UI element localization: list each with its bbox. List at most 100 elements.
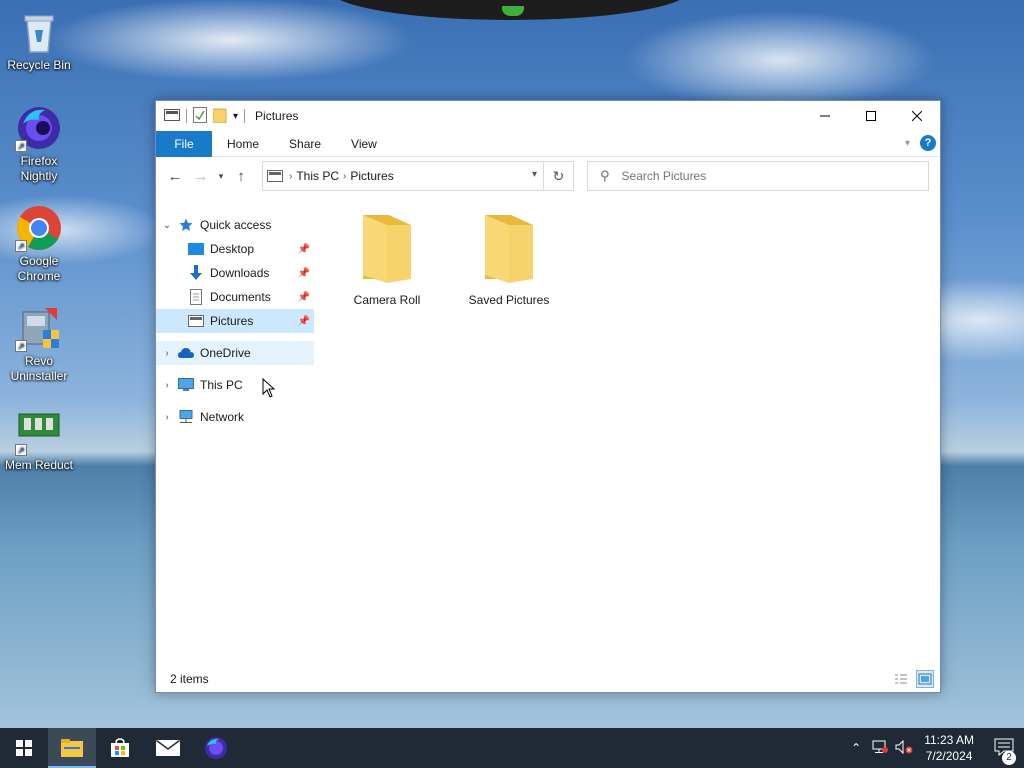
start-button[interactable] xyxy=(0,728,48,768)
navigation-bar: ← → ▾ ↑ › This PC › Pictures ▾ ↻ ⚲ xyxy=(156,157,940,195)
volume-muted-icon[interactable] xyxy=(892,739,916,757)
desktop-icon-label: Firefox Nightly xyxy=(20,154,58,183)
pictures-icon xyxy=(188,313,204,329)
windows-logo-icon xyxy=(16,740,32,756)
forward-arrow-icon[interactable]: → xyxy=(188,168,214,185)
taskbar-clock[interactable]: 11:23 AM 7/2/2024 xyxy=(924,732,974,764)
desktop-icon-revo-uninstaller[interactable]: ↗ Revo Uninstaller xyxy=(1,304,77,384)
search-icon: ⚲ xyxy=(600,168,610,183)
mem-reduct-icon: ↗ xyxy=(15,408,63,456)
tab-home[interactable]: Home xyxy=(212,131,274,157)
nav-label: Desktop xyxy=(210,242,255,256)
revo-uninstaller-icon: ↗ xyxy=(15,304,63,352)
shortcut-arrow-icon: ↗ xyxy=(15,444,27,456)
window-menu-icon[interactable] xyxy=(164,108,180,124)
firefox-nightly-icon: ↗ xyxy=(15,104,63,152)
taskbar-firefox-nightly[interactable] xyxy=(192,728,240,768)
toolbar-separator xyxy=(244,109,246,123)
nav-quick-access[interactable]: ⌄ Quick access xyxy=(156,213,314,237)
new-folder-icon[interactable] xyxy=(212,107,227,126)
item-count: 2 items xyxy=(170,672,209,686)
clock-date: 7/2/2024 xyxy=(925,749,973,763)
nav-downloads[interactable]: Downloads 📌 xyxy=(156,261,314,285)
breadcrumb-chevron-icon[interactable]: › xyxy=(289,171,292,182)
folder-icon xyxy=(359,211,415,283)
title-bar[interactable]: ▾ Pictures xyxy=(156,101,940,131)
desktop-icon-label: Google Chrome xyxy=(17,254,61,283)
nav-pictures[interactable]: Pictures 📌 xyxy=(156,309,314,333)
folder-item-camera-roll[interactable]: Camera Roll xyxy=(336,211,438,307)
cloud-icon xyxy=(178,345,194,361)
action-center-icon[interactable]: 2 xyxy=(984,738,1024,765)
properties-icon[interactable] xyxy=(193,106,207,126)
close-button[interactable] xyxy=(894,101,940,131)
show-hidden-icons-chevron-icon[interactable]: ⌃ xyxy=(844,741,868,755)
breadcrumb-chevron-icon[interactable]: › xyxy=(343,171,346,182)
nav-label: Documents xyxy=(210,290,271,304)
pin-icon: 📌 xyxy=(297,315,310,327)
shortcut-arrow-icon: ↗ xyxy=(15,240,27,252)
tab-view[interactable]: View xyxy=(336,131,392,157)
collapsed-chevron-icon[interactable]: › xyxy=(156,380,178,391)
nav-onedrive[interactable]: › OneDrive xyxy=(156,341,314,365)
toolbar-separator xyxy=(186,109,187,123)
content-area: ⌄ Quick access Desktop 📌 Downloads 📌 Doc… xyxy=(156,195,940,666)
desktop-icon-firefox-nightly[interactable]: ↗ Firefox Nightly xyxy=(1,104,77,184)
tab-file[interactable]: File xyxy=(156,130,212,157)
taskbar-store[interactable] xyxy=(96,728,144,768)
search-box[interactable]: ⚲ xyxy=(587,161,929,191)
nav-label: OneDrive xyxy=(200,346,251,360)
nav-network[interactable]: › Network xyxy=(156,405,314,429)
tab-share[interactable]: Share xyxy=(274,131,336,157)
folder-name: Camera Roll xyxy=(353,293,421,307)
taskbar: ⌃ 11:23 AM 7/2/2024 2 xyxy=(0,728,1024,768)
nav-desktop[interactable]: Desktop 📌 xyxy=(156,237,314,261)
taskbar-mail[interactable] xyxy=(144,728,192,768)
recycle-bin-icon xyxy=(15,8,63,56)
back-arrow-icon[interactable]: ← xyxy=(162,168,188,185)
desktop-icon-mem-reduct[interactable]: ↗ Mem Reduct xyxy=(1,408,77,473)
desktop-icon-recycle-bin[interactable]: Recycle Bin xyxy=(1,8,77,73)
refresh-button[interactable]: ↻ xyxy=(544,161,574,191)
taskbar-file-explorer[interactable] xyxy=(48,728,96,768)
notification-count-badge: 2 xyxy=(1002,750,1016,765)
collapsed-chevron-icon[interactable]: › xyxy=(156,348,178,359)
maximize-button[interactable] xyxy=(848,101,894,131)
collapsed-chevron-icon[interactable]: › xyxy=(156,412,178,423)
recent-locations-chevron-icon[interactable]: ▾ xyxy=(214,171,228,182)
address-bar[interactable]: › This PC › Pictures ▾ xyxy=(262,161,544,191)
star-icon xyxy=(178,217,194,233)
breadcrumb-pictures[interactable]: Pictures xyxy=(350,169,393,183)
mail-envelope-icon xyxy=(156,740,180,756)
pin-icon: 📌 xyxy=(297,243,310,255)
nav-label: Network xyxy=(200,410,245,424)
breadcrumb-this-pc[interactable]: This PC xyxy=(296,169,339,183)
chrome-icon: ↗ xyxy=(15,204,63,252)
details-view-icon[interactable] xyxy=(892,670,910,688)
up-arrow-icon[interactable]: ↑ xyxy=(228,168,254,185)
nav-documents[interactable]: Documents 📌 xyxy=(156,285,314,309)
nav-this-pc[interactable]: › This PC xyxy=(156,373,314,397)
expanded-chevron-icon[interactable]: ⌄ xyxy=(156,220,178,231)
pin-icon: 📌 xyxy=(297,267,310,279)
address-dropdown-icon[interactable]: ▾ xyxy=(532,169,537,180)
expand-ribbon-chevron-icon[interactable]: ▾ xyxy=(905,138,910,149)
ribbon-tabs: File Home Share View ▾ ? xyxy=(156,130,940,157)
document-icon xyxy=(188,289,204,305)
pictures-location-icon xyxy=(267,170,283,182)
large-icons-view-icon[interactable] xyxy=(916,670,934,688)
desktop-icon-google-chrome[interactable]: ↗ Google Chrome xyxy=(1,204,77,284)
computer-icon xyxy=(178,377,194,393)
customize-toolbar-chevron-icon[interactable]: ▾ xyxy=(233,111,238,122)
minimize-button[interactable] xyxy=(802,101,848,131)
folder-item-saved-pictures[interactable]: Saved Pictures xyxy=(458,211,560,307)
file-list: Camera Roll Saved Pictures xyxy=(336,211,560,307)
search-input[interactable] xyxy=(621,169,902,183)
shortcut-arrow-icon: ↗ xyxy=(15,140,27,152)
nav-label: Pictures xyxy=(210,314,254,328)
network-status-icon[interactable] xyxy=(868,740,892,757)
navigation-pane: ⌄ Quick access Desktop 📌 Downloads 📌 Doc… xyxy=(156,213,314,429)
help-icon[interactable]: ? xyxy=(920,135,936,151)
